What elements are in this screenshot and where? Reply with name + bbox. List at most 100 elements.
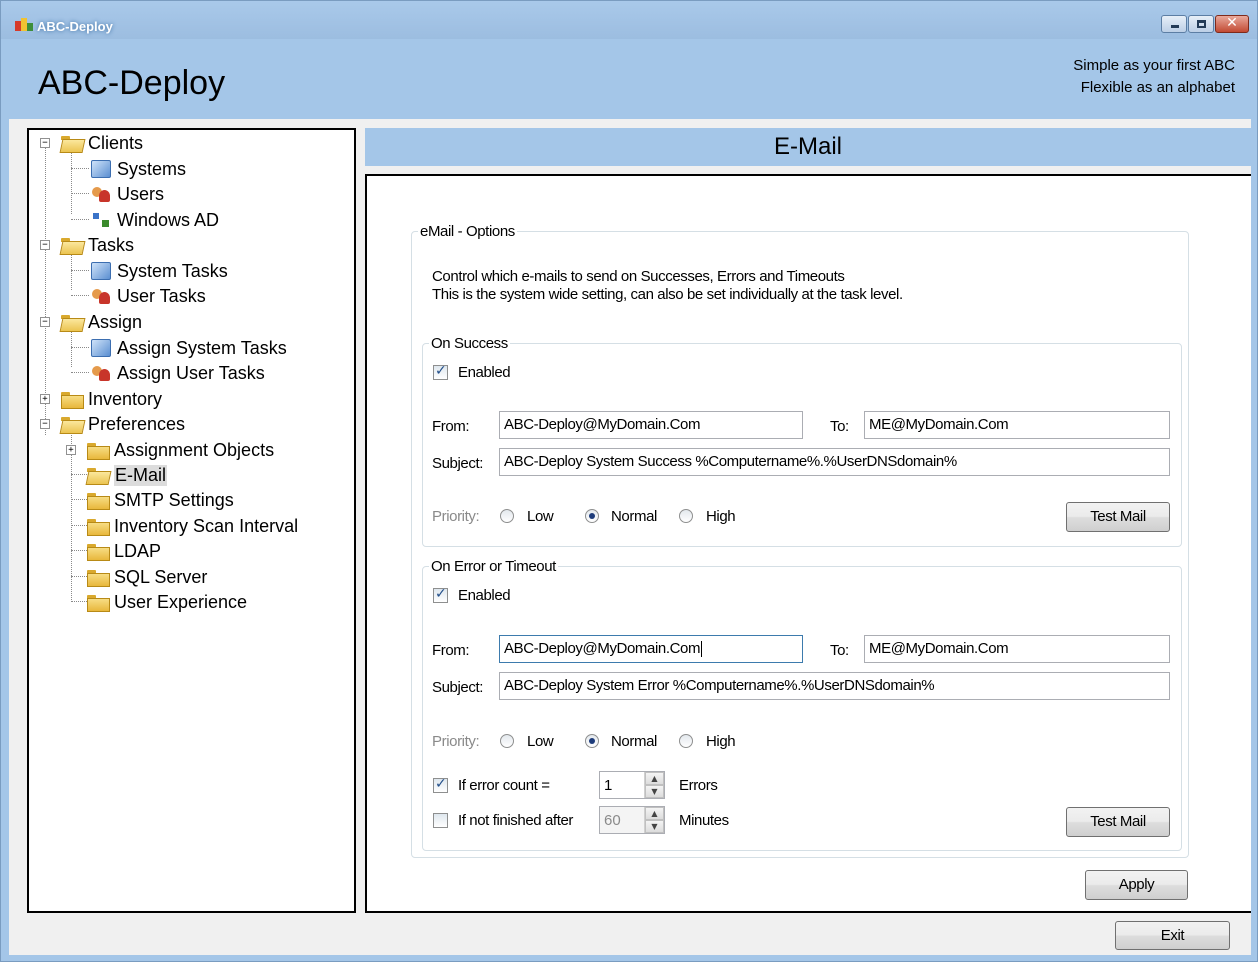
success-priority-low-label: Low [527, 508, 554, 525]
tree-connector [71, 168, 89, 169]
not-finished-checkbox[interactable] [433, 813, 448, 828]
checkmark-icon: ✓ [435, 363, 447, 379]
text-caret [701, 641, 703, 658]
not-finished-label: If not finished after [458, 812, 574, 829]
chevron-up-icon[interactable]: ▲ [645, 772, 664, 785]
success-priority-low-radio[interactable] [500, 509, 514, 523]
tree-node-preferences[interactable]: Preferences [61, 413, 185, 435]
error-priority-low-radio[interactable] [500, 734, 514, 748]
app-icon [15, 18, 33, 31]
tree-label: SMTP Settings [114, 489, 234, 510]
tree-node-clients[interactable]: Clients [61, 132, 143, 154]
tree-node-assign-user-tasks[interactable]: Assign User Tasks [91, 362, 265, 384]
tree-node-users[interactable]: Users [91, 183, 164, 205]
success-enabled-label: Enabled [458, 364, 511, 381]
error-priority-normal-radio[interactable] [585, 734, 599, 748]
expand-assignment-objects-icon[interactable]: + [66, 445, 76, 455]
folder-icon [61, 391, 84, 409]
success-to-input[interactable]: ME@MyDomain.Com [864, 411, 1170, 439]
description-line-2: This is the system wide setting, can als… [432, 286, 903, 303]
computer-icon [91, 160, 111, 178]
chevron-up-icon[interactable]: ▲ [645, 807, 664, 820]
error-count-stepper[interactable]: 1 ▲ ▼ [599, 771, 665, 799]
users-icon [91, 364, 111, 382]
tree-node-assignment-objects[interactable]: Assignment Objects [87, 439, 274, 461]
error-to-label: To: [830, 642, 849, 659]
success-enabled-checkbox[interactable]: ✓ [433, 363, 448, 380]
error-from-input[interactable]: ABC-Deploy@MyDomain.Com [499, 635, 803, 663]
success-test-mail-button[interactable]: Test Mail [1066, 502, 1170, 532]
success-priority-high-radio[interactable] [679, 509, 693, 523]
error-from-label: From: [432, 642, 470, 659]
collapse-preferences-icon[interactable]: − [40, 419, 50, 429]
success-priority-normal-radio[interactable] [585, 509, 599, 523]
maximize-button[interactable] [1188, 15, 1214, 33]
minimize-icon [1171, 25, 1179, 28]
folder-icon [87, 569, 110, 587]
tree-node-smtp-settings[interactable]: SMTP Settings [87, 489, 234, 511]
tree-connector [71, 148, 72, 214]
error-priority-high-radio[interactable] [679, 734, 693, 748]
chevron-down-icon[interactable]: ▼ [645, 820, 664, 833]
tree-connector [71, 347, 89, 348]
collapse-tasks-icon[interactable]: − [40, 240, 50, 250]
exit-button[interactable]: Exit [1115, 921, 1230, 950]
tree-label-selected: E-Mail [114, 464, 168, 486]
tree-node-system-tasks[interactable]: System Tasks [91, 260, 228, 282]
tree-connector [71, 295, 89, 296]
checkmark-icon: ✓ [435, 776, 447, 792]
users-icon [91, 185, 111, 203]
error-priority-normal-label: Normal [611, 733, 657, 750]
error-enabled-checkbox[interactable]: ✓ [433, 586, 448, 603]
success-priority-high-label: High [706, 508, 736, 525]
success-from-input[interactable]: ABC-Deploy@MyDomain.Com [499, 411, 803, 439]
tree-label: Assign System Tasks [117, 337, 287, 358]
tree-label: Windows AD [117, 209, 220, 230]
error-subject-input[interactable]: ABC-Deploy System Error %Computername%.%… [499, 672, 1170, 700]
collapse-clients-icon[interactable]: − [40, 138, 50, 148]
tree-node-email[interactable]: E-Mail [87, 464, 168, 486]
error-to-input[interactable]: ME@MyDomain.Com [864, 635, 1170, 663]
tree-label: User Tasks [117, 285, 206, 306]
email-settings-pane: eMail - Options Control which e-mails to… [365, 174, 1251, 913]
tree-connector [71, 372, 89, 373]
tree-node-user-tasks[interactable]: User Tasks [91, 285, 206, 307]
folder-open-icon [61, 237, 83, 253]
error-count-value: 1 [604, 777, 613, 794]
error-count-checkbox[interactable]: ✓ [433, 776, 448, 793]
close-button[interactable]: ✕ [1215, 15, 1249, 33]
tree-node-systems[interactable]: Systems [91, 158, 186, 180]
tree-node-ldap[interactable]: LDAP [87, 540, 161, 562]
error-test-mail-button[interactable]: Test Mail [1066, 807, 1170, 837]
tree-node-windows-ad[interactable]: Windows AD [91, 209, 219, 231]
success-subject-input[interactable]: ABC-Deploy System Success %Computername%… [499, 448, 1170, 476]
tree-label: Users [117, 183, 165, 204]
tree-label: Inventory [88, 388, 163, 409]
tree-node-inventory[interactable]: Inventory [61, 388, 162, 410]
tree-node-tasks[interactable]: Tasks [61, 234, 134, 256]
tree-node-assign-system-tasks[interactable]: Assign System Tasks [91, 337, 287, 359]
slogan: Simple as your first ABC Flexible as an … [1073, 55, 1235, 99]
errors-unit-label: Errors [679, 777, 718, 794]
not-finished-stepper[interactable]: 60 ▲ ▼ [599, 806, 665, 834]
tree-node-inventory-scan-interval[interactable]: Inventory Scan Interval [87, 515, 298, 537]
email-options-group: eMail - Options Control which e-mails to… [411, 223, 1189, 858]
folder-open-icon [87, 467, 109, 483]
title-bar: ABC-Deploy ✕ [1, 1, 1257, 39]
tree-node-user-experience[interactable]: User Experience [87, 591, 247, 613]
slogan-line-1: Simple as your first ABC [1073, 57, 1235, 74]
collapse-assign-icon[interactable]: − [40, 317, 50, 327]
email-options-legend: eMail - Options [418, 223, 517, 240]
tree-node-sql-server[interactable]: SQL Server [87, 566, 207, 588]
apply-button[interactable]: Apply [1085, 870, 1188, 900]
navigation-tree[interactable]: − Clients Systems Users Windows AD − Tas… [27, 128, 356, 913]
minimize-button[interactable] [1161, 15, 1187, 33]
tree-node-assign[interactable]: Assign [61, 311, 142, 333]
radio-dot [589, 513, 595, 519]
folder-open-icon [61, 416, 83, 432]
expand-inventory-icon[interactable]: + [40, 394, 50, 404]
stepper-buttons: ▲ ▼ [644, 807, 664, 833]
chevron-down-icon[interactable]: ▼ [645, 785, 664, 798]
on-success-group: On Success ✓ Enabled From: ABC-Deploy@My… [422, 335, 1182, 547]
tree-connector [71, 219, 89, 220]
